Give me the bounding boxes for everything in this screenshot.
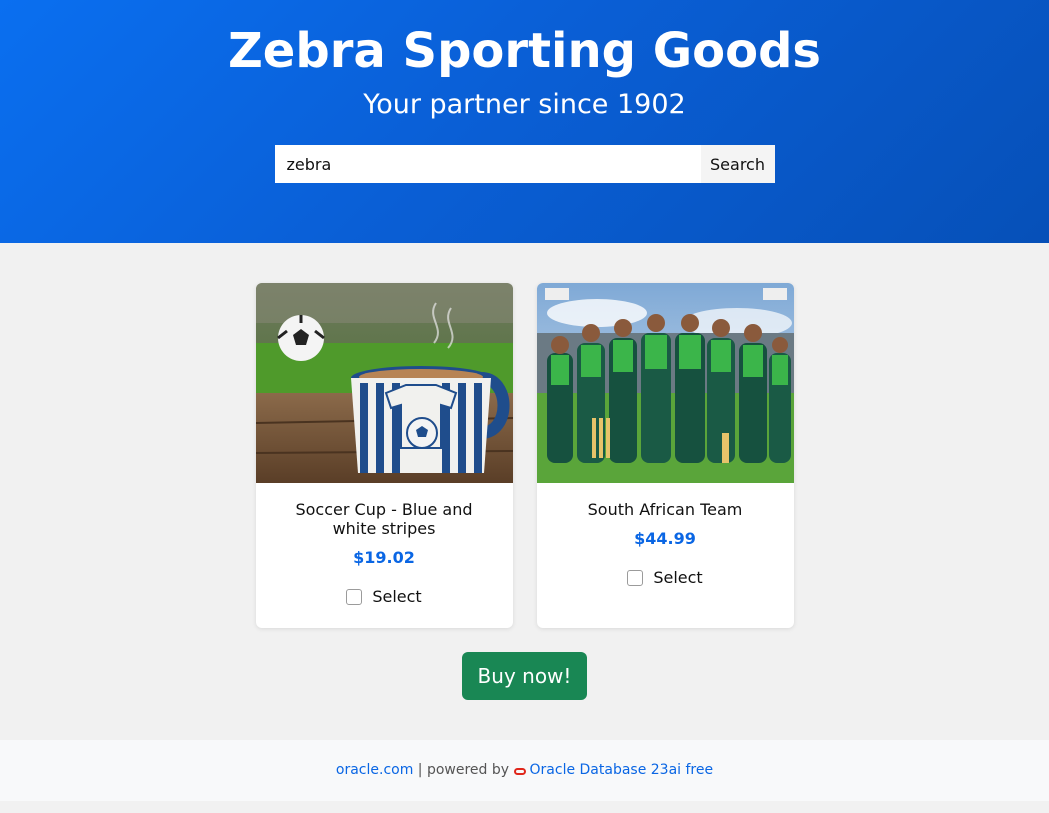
select-label: Select [653, 568, 703, 587]
product-price: $19.02 [353, 548, 415, 567]
south-african-team-image [536, 283, 794, 483]
product-select[interactable]: Select [256, 587, 513, 606]
product-card: Soccer Cup - Blue and white stripes $19.… [255, 283, 513, 628]
product-name[interactable]: South African Team [537, 500, 794, 519]
search-bar: Search [0, 145, 1049, 183]
product-select[interactable]: Select [537, 568, 794, 587]
search-input[interactable] [274, 145, 701, 183]
footer: oracle.com | powered by Oracle Database … [0, 740, 1049, 801]
buy-now-button[interactable]: Buy now! [461, 652, 588, 700]
search-button[interactable]: Search [700, 145, 775, 183]
page-subtitle: Your partner since 1902 [363, 89, 686, 120]
select-label: Select [372, 587, 422, 606]
select-checkbox[interactable] [627, 569, 644, 586]
buy-section: Buy now! [0, 652, 1049, 700]
product-grid: Soccer Cup - Blue and white stripes $19.… [0, 283, 1049, 628]
product-card: South African Team $44.99 Select [536, 283, 794, 628]
product-image-soccer-cup[interactable] [255, 283, 513, 483]
footer-separator: | powered by [417, 762, 510, 778]
hero-banner: Zebra Sporting Goods Your partner since … [0, 0, 1049, 243]
oracle-database-link[interactable]: Oracle Database 23ai free [530, 762, 714, 778]
select-checkbox[interactable] [346, 588, 363, 605]
product-name[interactable]: Soccer Cup - Blue and white stripes [256, 500, 513, 538]
oracle-com-link[interactable]: oracle.com [336, 762, 413, 778]
soccer-cup-image [255, 283, 513, 483]
page-title: Zebra Sporting Goods [228, 23, 821, 79]
product-image-south-african-team[interactable] [536, 283, 794, 483]
product-price: $44.99 [634, 529, 696, 548]
oracle-logo-icon [513, 768, 526, 775]
